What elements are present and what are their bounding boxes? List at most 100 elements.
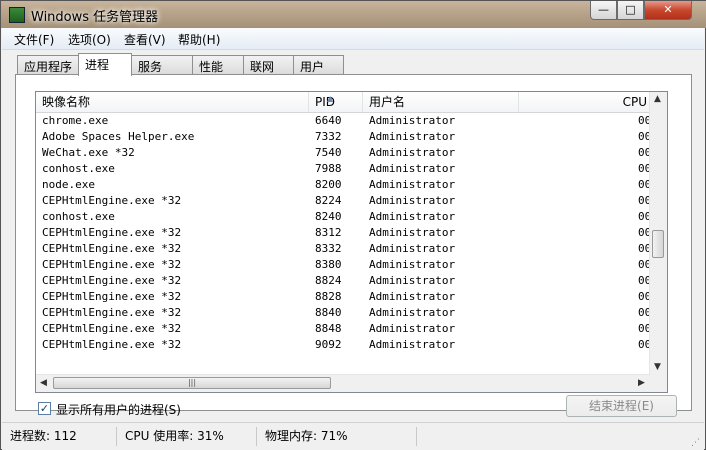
process-image-name: CEPHtmlEngine.exe *32 [42,322,182,335]
process-user-name: Administrator [369,274,456,287]
process-user-name: Administrator [369,210,456,223]
process-rows: chrome.exe 6640 Administrator 00 Adobe Space… [36,113,651,353]
scroll-right-arrow-icon[interactable]: ▶ [638,378,645,388]
close-button[interactable]: ✕ [644,1,692,20]
process-image-name: CEPHtmlEngine.exe *32 [42,194,182,207]
menu-options[interactable]: 选项(O) [68,31,111,48]
processes-panel: 映像名称 ▲ PID 用户名 CPU chrome.exe 6640 Adminis… [15,74,692,417]
process-user-name: Administrator [369,338,456,351]
table-row[interactable]: CEPHtmlEngine.exe *32 8224 Administrator 00 [36,193,651,209]
process-pid: 7332 [315,130,342,143]
table-row[interactable]: CEPHtmlEngine.exe *32 9092 Administrator 00 [36,337,651,353]
maximize-button[interactable]: □ [617,1,644,20]
scroll-up-arrow-icon[interactable]: ▲ [654,94,661,104]
menu-view[interactable]: 查看(V) [124,31,166,48]
process-image-name: CEPHtmlEngine.exe *32 [42,242,182,255]
resize-grip-icon[interactable]: ⋰ [691,438,700,448]
process-image-name: conhost.exe [42,162,115,175]
column-header-user-name[interactable]: 用户名 [363,92,519,112]
column-header-cpu[interactable]: CPU [519,92,650,112]
scrollbar-corner [650,375,667,392]
process-pid: 8824 [315,274,342,287]
table-row[interactable]: CEPHtmlEngine.exe *32 8848 Administrator 00 [36,321,651,337]
table-row[interactable]: CEPHtmlEngine.exe *32 8380 Administrator 00 [36,257,651,273]
status-process-count: 进程数: 112 [2,427,117,446]
status-physical-memory: 物理内存: 71% [257,427,417,446]
process-user-name: Administrator [369,130,456,143]
process-user-name: Administrator [369,162,456,175]
process-user-name: Administrator [369,114,456,127]
status-bar: 进程数: 112 CPU 使用率: 31% 物理内存: 71% ⋰ [2,422,704,450]
process-user-name: Administrator [369,322,456,335]
sort-ascending-icon: ▲ [327,94,334,103]
table-row[interactable]: CEPHtmlEngine.exe *32 8828 Administrator 00 [36,289,651,305]
process-list[interactable]: 映像名称 ▲ PID 用户名 CPU chrome.exe 6640 Adminis… [35,91,668,393]
process-user-name: Administrator [369,178,456,191]
table-row[interactable]: conhost.exe 7988 Administrator 00 [36,161,651,177]
tab-applications[interactable]: 应用程序 [17,55,79,74]
table-row[interactable]: CEPHtmlEngine.exe *32 8332 Administrator 00 [36,241,651,257]
process-image-name: node.exe [42,178,95,191]
table-row[interactable]: chrome.exe 6640 Administrator 00 [36,113,651,129]
process-pid: 8380 [315,258,342,271]
process-image-name: chrome.exe [42,114,109,127]
table-row[interactable]: conhost.exe 8240 Administrator 00 [36,209,651,225]
process-image-name: CEPHtmlEngine.exe *32 [42,290,182,303]
tab-users[interactable]: 用户 [293,55,344,74]
process-user-name: Administrator [369,226,456,239]
vertical-scrollbar[interactable]: ▲ ▼ [649,92,667,376]
scroll-left-arrow-icon[interactable]: ◀ [40,378,47,388]
column-header-pid[interactable]: ▲ PID [309,92,363,112]
process-pid: 8240 [315,210,342,223]
tab-processes[interactable]: 进程 [78,53,132,76]
horizontal-scroll-thumb[interactable]: ||| [53,377,331,389]
process-pid: 7540 [315,146,342,159]
process-image-name: CEPHtmlEngine.exe *32 [42,274,182,287]
process-user-name: Administrator [369,146,456,159]
menu-help[interactable]: 帮助(H) [178,31,220,48]
show-all-users-checkbox[interactable]: ✓ [38,402,51,415]
end-process-button[interactable]: 结束进程(E) [566,395,677,417]
process-pid: 8840 [315,306,342,319]
process-pid: 9092 [315,338,342,351]
window-title: Windows 任务管理器 [31,10,159,25]
task-manager-window: Windows 任务管理器 — □ ✕ 文件(F) 选项(O) 查看(V) 帮助… [0,0,706,450]
column-header-image-name[interactable]: 映像名称 [36,92,309,112]
table-row[interactable]: CEPHtmlEngine.exe *32 8840 Administrator 00 [36,305,651,321]
process-pid: 8224 [315,194,342,207]
process-user-name: Administrator [369,290,456,303]
task-manager-app-icon [9,7,25,23]
process-pid: 8312 [315,226,342,239]
menu-bar: 文件(F) 选项(O) 查看(V) 帮助(H) [2,28,704,50]
table-row[interactable]: node.exe 8200 Administrator 00 [36,177,651,193]
main-content: 应用程序 进程 服务 性能 联网 用户 映像名称 ▲ PID 用户名 CPU c… [2,50,704,422]
process-pid: 8848 [315,322,342,335]
process-image-name: WeChat.exe *32 [42,146,135,159]
minimize-button[interactable]: — [590,1,617,20]
horizontal-scrollbar[interactable]: ◀ ||| ▶ [36,374,650,392]
tab-performance[interactable]: 性能 [192,55,244,74]
table-row[interactable]: CEPHtmlEngine.exe *32 8312 Administrator 00 [36,225,651,241]
process-image-name: conhost.exe [42,210,115,223]
show-all-users-label[interactable]: 显示所有用户的进程(S) [56,401,181,418]
tab-services[interactable]: 服务 [131,55,193,74]
process-image-name: CEPHtmlEngine.exe *32 [42,306,182,319]
process-pid: 8828 [315,290,342,303]
process-image-name: CEPHtmlEngine.exe *32 [42,226,182,239]
scroll-down-arrow-icon[interactable]: ▼ [654,362,661,372]
tab-networking[interactable]: 联网 [243,55,294,74]
process-user-name: Administrator [369,306,456,319]
table-row[interactable]: Adobe Spaces Helper.exe 7332 Administrator… [36,129,651,145]
menu-file[interactable]: 文件(F) [14,31,54,48]
table-row[interactable]: CEPHtmlEngine.exe *32 8824 Administrator 00 [36,273,651,289]
table-row[interactable]: WeChat.exe *32 7540 Administrator 00 [36,145,651,161]
process-image-name: Adobe Spaces Helper.exe [42,130,195,143]
process-image-name: CEPHtmlEngine.exe *32 [42,338,182,351]
process-user-name: Administrator [369,194,456,207]
status-cpu-usage: CPU 使用率: 31% [117,427,257,446]
title-bar[interactable]: Windows 任务管理器 — □ ✕ [1,1,706,28]
vertical-scroll-thumb[interactable] [652,230,664,258]
process-pid: 6640 [315,114,342,127]
process-pid: 8200 [315,178,342,191]
column-header-row: 映像名称 ▲ PID 用户名 CPU [36,92,650,113]
